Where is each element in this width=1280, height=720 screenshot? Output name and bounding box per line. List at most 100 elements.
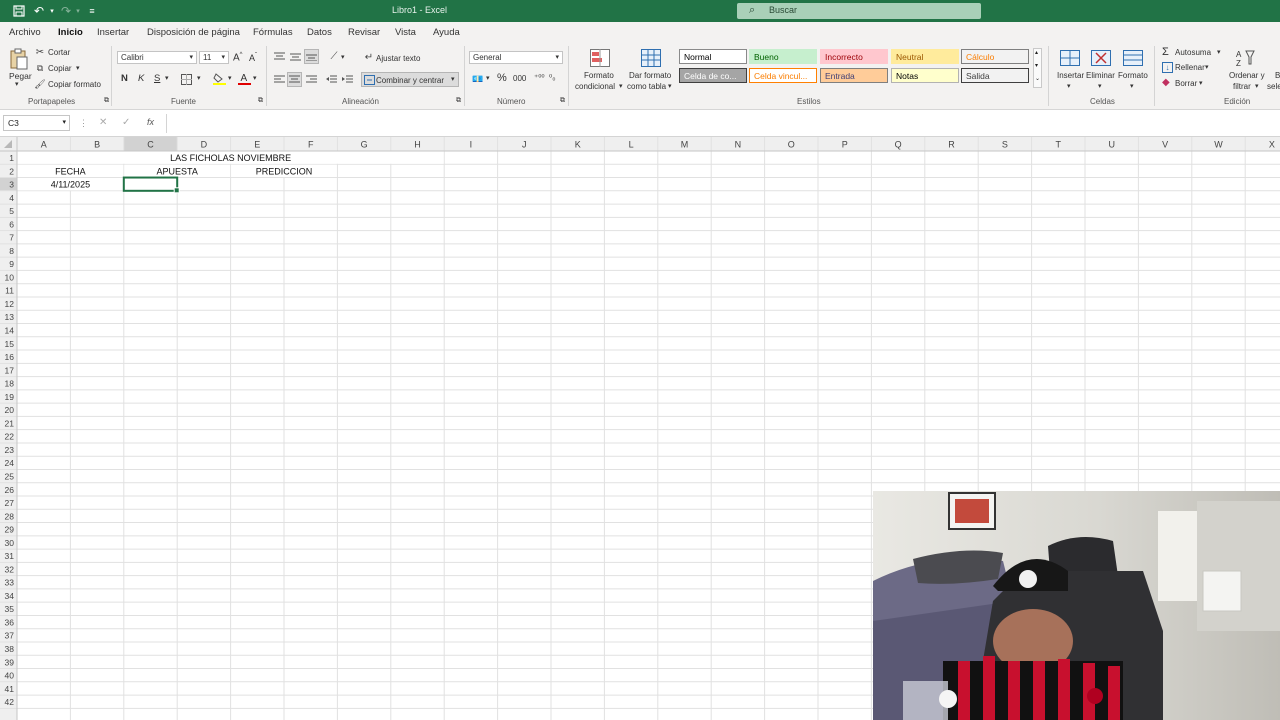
column-header-u[interactable]: U: [1108, 140, 1115, 150]
row-header-41[interactable]: 41: [5, 684, 15, 694]
borders-icon[interactable]: [180, 73, 192, 85]
chevron-down-icon[interactable]: ▾: [1035, 62, 1038, 69]
insert-cells-button[interactable]: Insertar: [1057, 71, 1084, 80]
format-painter-button[interactable]: Copiar formato: [48, 80, 101, 89]
cut-button[interactable]: Cortar: [48, 48, 70, 57]
sort-filter-label-2[interactable]: filtrar: [1233, 82, 1251, 91]
column-header-e[interactable]: E: [254, 140, 260, 150]
copy-button[interactable]: Copiar: [48, 64, 72, 73]
row-header-26[interactable]: 26: [5, 485, 15, 495]
paste-dropdown-icon[interactable]: ▾: [15, 80, 19, 88]
row-header-36[interactable]: 36: [5, 617, 15, 627]
format-cells-icon[interactable]: [1122, 49, 1144, 67]
orientation-icon[interactable]: ⟋: [327, 50, 341, 62]
column-header-b[interactable]: B: [94, 140, 100, 150]
column-header-w[interactable]: W: [1214, 140, 1223, 150]
sort-filter-icon[interactable]: AZ: [1235, 48, 1257, 68]
row-header-1[interactable]: 1: [9, 153, 14, 163]
row-header-16[interactable]: 16: [5, 352, 15, 362]
column-header-d[interactable]: D: [201, 140, 208, 150]
currency-icon[interactable]: 💶: [471, 73, 485, 85]
align-left-icon[interactable]: [273, 73, 285, 85]
row-header-38[interactable]: 38: [5, 644, 15, 654]
sort-filter-label-1[interactable]: Ordenar y: [1229, 71, 1265, 80]
delete-cells-icon[interactable]: [1090, 49, 1112, 67]
chevron-down-icon[interactable]: ▾: [1098, 82, 1102, 90]
cancel-icon[interactable]: ✕: [99, 117, 107, 128]
align-bottom-icon[interactable]: [304, 49, 319, 64]
chevron-down-icon[interactable]: ▾: [1067, 82, 1071, 90]
alignment-launcher-icon[interactable]: ⧉: [456, 97, 461, 105]
tab-datos[interactable]: Datos: [307, 27, 332, 38]
cell-style-3[interactable]: Incorrecto: [820, 49, 888, 64]
active-cell-border[interactable]: [122, 176, 179, 192]
cell-style-9[interactable]: Notas: [891, 68, 959, 83]
percent-icon[interactable]: %: [497, 72, 507, 84]
cell-style-6[interactable]: Celda de co...: [679, 68, 747, 83]
cut-icon[interactable]: ✂: [35, 47, 45, 58]
cell-style-1[interactable]: Normal: [679, 49, 747, 64]
row-header-34[interactable]: 34: [5, 591, 15, 601]
cell-c2[interactable]: APUESTA: [157, 166, 198, 176]
column-header-p[interactable]: P: [842, 140, 848, 150]
conditional-format-label-2[interactable]: condicional: [575, 82, 615, 91]
align-middle-icon[interactable]: [289, 50, 301, 62]
eraser-icon[interactable]: ◆: [1162, 77, 1170, 88]
format-cells-button[interactable]: Formato: [1118, 71, 1148, 80]
font-size-dropdown[interactable]: 11 ▾: [199, 51, 229, 64]
row-header-30[interactable]: 30: [5, 538, 15, 548]
clear-button[interactable]: Borrar: [1175, 79, 1197, 88]
row-header-28[interactable]: 28: [5, 511, 15, 521]
tab-disposicion[interactable]: Disposición de página: [147, 27, 240, 38]
column-header-f[interactable]: F: [308, 140, 314, 150]
column-header-m[interactable]: M: [681, 140, 689, 150]
font-name-dropdown[interactable]: Calibri ▾: [117, 51, 197, 64]
row-header-11[interactable]: 11: [5, 286, 14, 296]
row-header-2[interactable]: 2: [9, 166, 14, 176]
chevron-down-icon[interactable]: ▾: [1255, 82, 1259, 90]
find-select-label-1[interactable]: B: [1275, 71, 1280, 80]
currency-dropdown-icon[interactable]: ▾: [486, 74, 490, 82]
formula-input[interactable]: [166, 114, 1280, 133]
cell-style-4[interactable]: Neutral: [891, 49, 959, 64]
italic-button[interactable]: K: [138, 73, 144, 84]
column-header-t[interactable]: T: [1056, 140, 1062, 150]
increase-font-icon[interactable]: A^: [233, 52, 243, 63]
clipboard-launcher-icon[interactable]: ⧉: [104, 97, 109, 105]
underline-dropdown-icon[interactable]: ▾: [165, 74, 169, 82]
row-header-15[interactable]: 15: [5, 339, 15, 349]
row-header-33[interactable]: 33: [5, 578, 15, 588]
decrease-font-icon[interactable]: Aˇ: [249, 53, 257, 63]
format-table-icon[interactable]: [640, 48, 662, 68]
fill-icon[interactable]: ↓: [1162, 62, 1173, 73]
styles-gallery-scroll[interactable]: ▴ ▾ ⌄: [1033, 48, 1042, 88]
row-header-40[interactable]: 40: [5, 671, 15, 681]
chevron-down-icon[interactable]: ▾: [1130, 82, 1134, 90]
column-header-o[interactable]: O: [788, 140, 795, 150]
tab-revisar[interactable]: Revisar: [348, 27, 380, 38]
column-header-a[interactable]: A: [41, 140, 47, 150]
more-styles-icon[interactable]: ⌄: [1035, 75, 1040, 82]
row-header-19[interactable]: 19: [5, 392, 15, 402]
tab-archivo[interactable]: Archivo: [9, 27, 41, 38]
save-icon[interactable]: [11, 3, 27, 19]
wrap-text-icon[interactable]: ↵: [363, 51, 375, 63]
column-header-n[interactable]: N: [735, 140, 742, 150]
column-header-g[interactable]: G: [361, 140, 368, 150]
row-header-10[interactable]: 10: [5, 272, 15, 282]
align-center-icon[interactable]: [287, 72, 302, 87]
row-header-29[interactable]: 29: [5, 525, 15, 535]
column-header-l[interactable]: L: [629, 140, 634, 150]
row-header-25[interactable]: 25: [5, 471, 15, 481]
cell-style-5[interactable]: Cálculo: [961, 49, 1029, 64]
row-header-4[interactable]: 4: [9, 193, 14, 203]
column-header-q[interactable]: Q: [895, 140, 902, 150]
chevron-up-icon[interactable]: ▴: [1035, 49, 1038, 56]
tab-insertar[interactable]: Insertar: [97, 27, 129, 38]
chevron-down-icon[interactable]: ▾: [668, 82, 672, 90]
conditional-format-icon[interactable]: [589, 48, 611, 68]
tab-vista[interactable]: Vista: [395, 27, 416, 38]
borders-dropdown-icon[interactable]: ▾: [197, 74, 201, 82]
name-box[interactable]: C3 ▾: [3, 115, 70, 131]
decrease-decimal-icon[interactable]: ⁰₀: [549, 73, 556, 82]
